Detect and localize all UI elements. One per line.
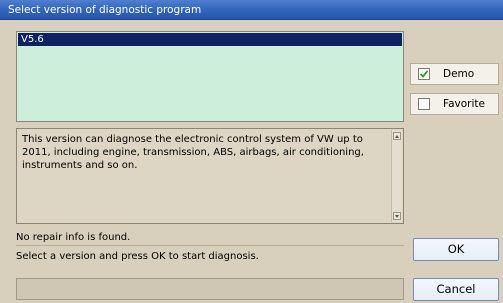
version-list[interactable]: V5.6 (16, 31, 404, 122)
cancel-button[interactable]: Cancel (413, 278, 499, 301)
favorite-option[interactable]: Favorite (410, 93, 499, 115)
window-title: Select version of diagnostic program (8, 4, 202, 16)
title-bar: Select version of diagnostic program (0, 0, 503, 20)
dialog-window: Select version of diagnostic program V5.… (0, 0, 503, 303)
repair-info-status: No repair info is found. (16, 232, 404, 246)
ok-button[interactable]: OK (413, 238, 499, 261)
progress-bar (16, 278, 404, 300)
description-box: This version can diagnose the electronic… (16, 128, 404, 224)
check-mark-icon (419, 70, 429, 78)
favorite-label: Favorite (443, 98, 485, 110)
instruction-text: Select a version and press OK to start d… (16, 251, 259, 262)
demo-option[interactable]: Demo (410, 63, 499, 85)
demo-checkbox[interactable] (418, 68, 430, 80)
favorite-checkbox[interactable] (418, 98, 430, 110)
description-scrollbar[interactable] (391, 130, 402, 222)
demo-label: Demo (443, 68, 475, 80)
version-list-item-selected[interactable]: V5.6 (18, 33, 402, 46)
scroll-down-arrow-icon[interactable] (393, 212, 401, 220)
scroll-up-arrow-icon[interactable] (393, 132, 401, 140)
description-text: This version can diagnose the electronic… (22, 134, 364, 171)
